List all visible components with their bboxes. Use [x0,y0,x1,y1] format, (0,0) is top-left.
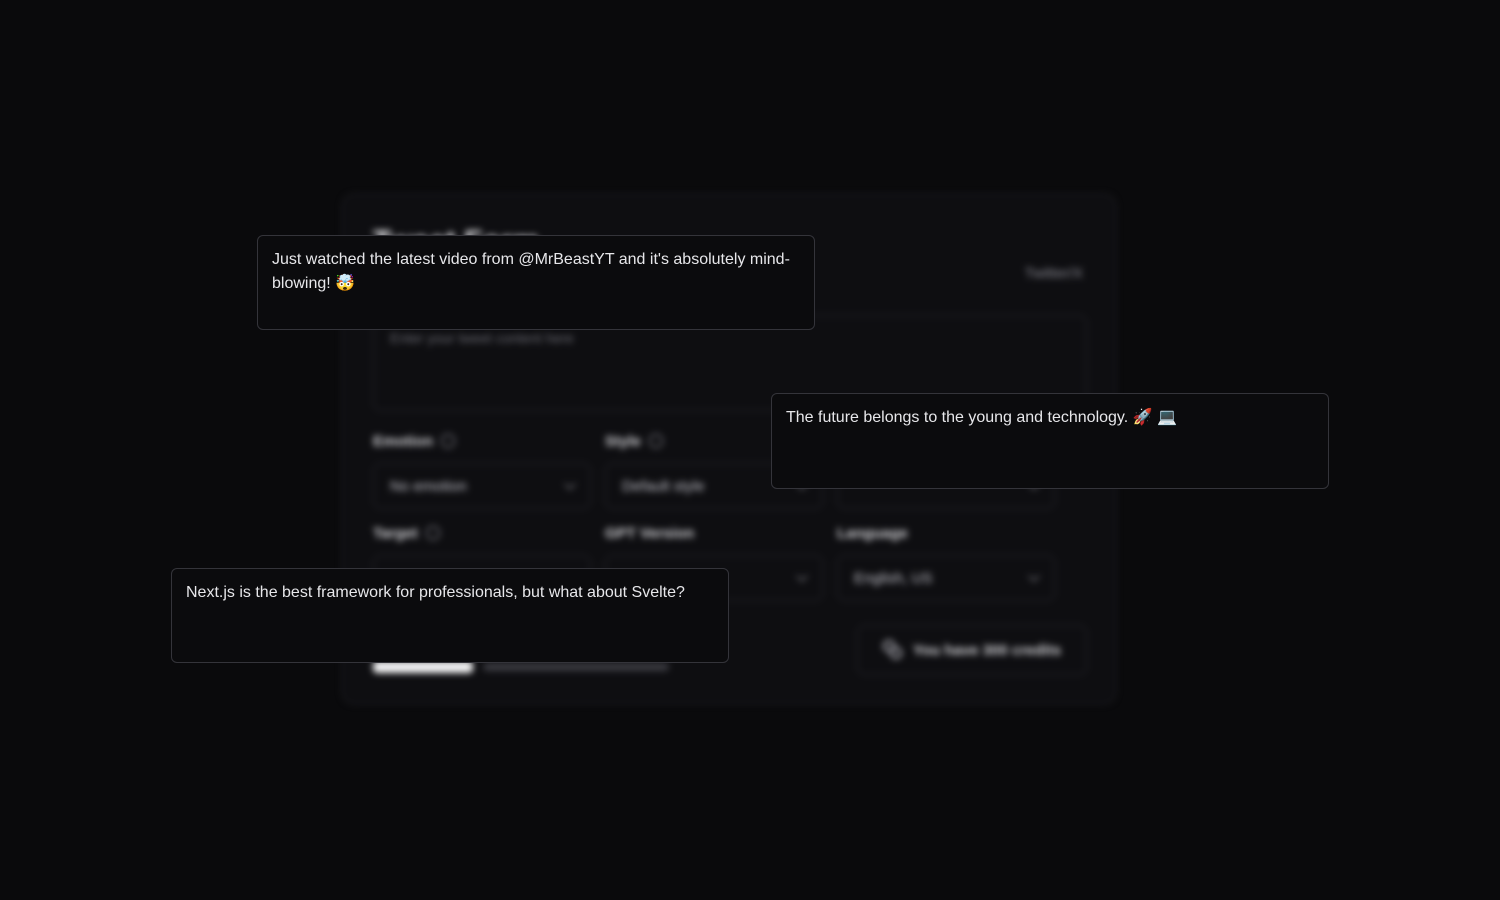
tweet-text: The future belongs to the young and tech… [786,409,1177,426]
language-select[interactable]: English, US [837,555,1055,601]
emotion-select[interactable]: No emotion [373,463,591,509]
coins-icon [882,640,903,660]
info-circle-icon[interactable] [648,434,663,448]
info-circle-icon[interactable] [441,434,455,448]
page: Tweet Form Twitter/X Enter your tweet co… [0,0,1500,900]
language-field: Language English, US [837,523,1055,601]
chevron-down-icon [564,478,576,490]
style-label: Style [605,432,641,450]
tweet-text: Just watched the latest video from @MrBe… [272,251,790,292]
chevron-down-icon [1028,570,1040,582]
language-label: Language [837,524,908,542]
credits-badge[interactable]: You have 300 credits [857,625,1087,675]
emotion-field: Emotion No emotion [373,431,591,509]
tweet-text: Next.js is the best framework for profes… [186,584,685,601]
example-tweet-card[interactable]: Just watched the latest video from @MrBe… [257,235,815,330]
example-tweet-card[interactable]: Next.js is the best framework for profes… [171,568,729,663]
credits-text: You have 300 credits [912,641,1062,659]
emotion-select-value: No emotion [390,477,467,495]
style-select-value: Default style [622,477,705,495]
gpt-version-label: GPT Version [605,524,695,542]
target-label: Target [373,524,418,542]
emotion-label: Emotion [373,432,433,450]
secondary-button[interactable] [483,663,669,671]
info-circle-icon[interactable] [425,526,440,540]
chevron-down-icon [796,570,808,582]
language-select-value: English, US [854,569,933,587]
example-tweet-card[interactable]: The future belongs to the young and tech… [771,393,1329,489]
